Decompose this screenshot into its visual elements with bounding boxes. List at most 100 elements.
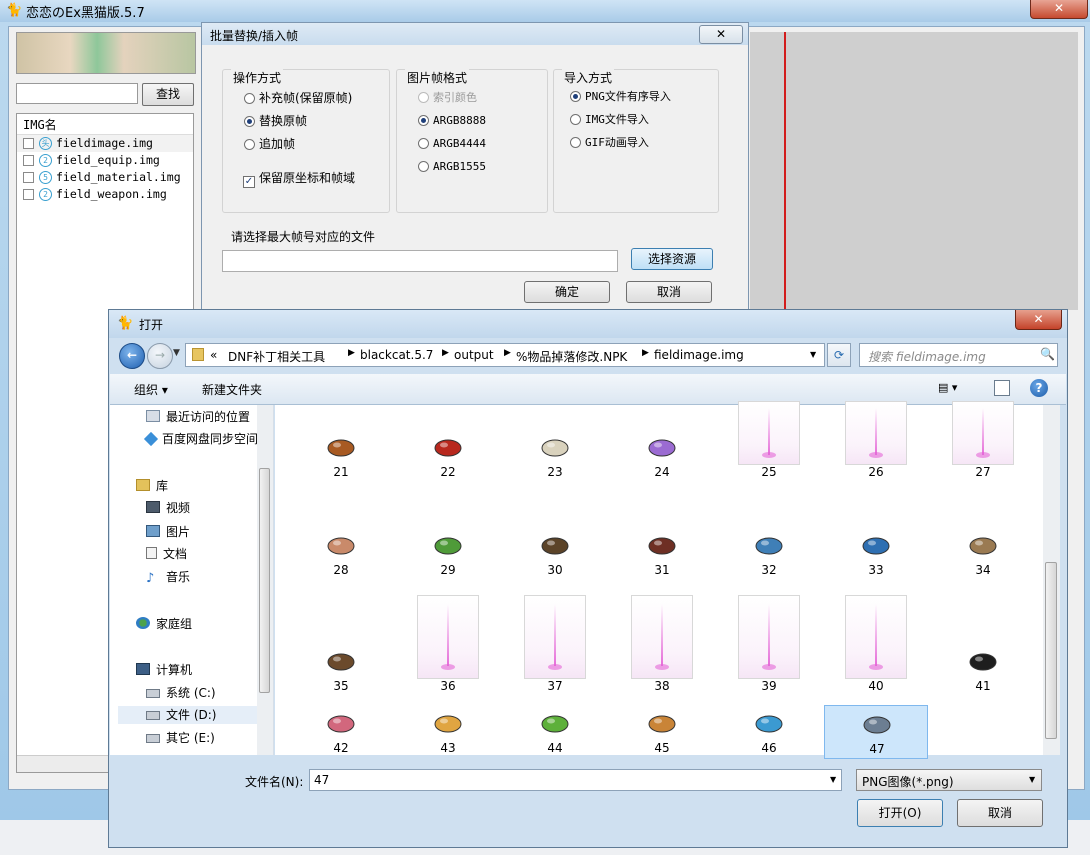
nav-drive-e[interactable]: 其它 (E:) <box>146 729 215 747</box>
frame-format-option[interactable]: ARGB4444 <box>418 136 486 152</box>
chevron-down-icon[interactable]: ▼ <box>830 775 836 784</box>
radio-button[interactable] <box>244 139 255 150</box>
img-list-item[interactable]: 2 field_weapon.img <box>17 186 193 203</box>
file-item[interactable]: 38 <box>610 593 714 697</box>
img-checkbox[interactable] <box>23 155 34 166</box>
img-list-item[interactable]: 2 field_equip.img <box>17 152 193 169</box>
filename-input[interactable]: 47 ▼ <box>309 769 842 791</box>
open-dialog-close-button[interactable]: ✕ <box>1015 310 1062 330</box>
file-scroll-thumb[interactable] <box>1045 562 1057 739</box>
search-button[interactable]: 查找 <box>142 83 194 106</box>
nav-baidu-sync[interactable]: 百度网盘同步空间 <box>143 430 258 448</box>
file-item[interactable]: 35 <box>289 593 393 697</box>
file-item[interactable]: 44 <box>503 705 607 759</box>
img-list-item[interactable]: 头 fieldimage.img <box>17 135 193 152</box>
file-list-pane[interactable]: 21 22 23 24 25 26 27 28 29 30 31 32 33 34 35 36 37 38 39 40… <box>275 401 1043 759</box>
file-item[interactable]: 43 <box>396 705 500 759</box>
file-item[interactable]: 24 <box>610 399 714 483</box>
breadcrumb-separator-icon[interactable]: ▶ <box>504 348 511 358</box>
keep-coords-checkbox[interactable]: ✓ 保留原坐标和帧域 <box>243 170 355 188</box>
batch-cancel-button[interactable]: 取消 <box>626 281 712 303</box>
img-list-item[interactable]: 5 field_material.img <box>17 169 193 186</box>
file-item[interactable]: 21 <box>289 399 393 483</box>
search-files-input[interactable]: 搜索 fieldimage.img 🔍 <box>859 343 1058 367</box>
file-item[interactable]: 45 <box>610 705 714 759</box>
radio-button[interactable] <box>418 138 429 149</box>
file-item[interactable]: 27 <box>931 399 1035 483</box>
chevron-down-icon[interactable]: ▼ <box>1029 775 1035 784</box>
file-item[interactable]: 46 <box>717 705 821 759</box>
import-mode-option[interactable]: GIF动画导入 <box>570 135 649 151</box>
breadcrumb-separator-icon[interactable]: ▶ <box>348 348 355 358</box>
file-item[interactable]: 23 <box>503 399 607 483</box>
recent-pages-chevron-icon[interactable]: ▼ <box>173 348 180 358</box>
nav-pane-scrollbar[interactable] <box>257 405 273 755</box>
radio-button[interactable] <box>244 116 255 127</box>
breadcrumb-item[interactable]: output <box>454 348 494 362</box>
forward-arrow-icon[interactable]: → <box>147 343 173 369</box>
nav-drive-c[interactable]: 系统 (C:) <box>146 684 216 702</box>
img-checkbox[interactable] <box>23 138 34 149</box>
breadcrumb-overflow[interactable]: « <box>210 348 217 362</box>
file-item[interactable]: 28 <box>289 511 393 581</box>
breadcrumb-item[interactable]: DNF补丁相关工具 <box>228 348 325 365</box>
file-item[interactable]: 39 <box>717 593 821 697</box>
app-close-button[interactable]: ✕ <box>1030 0 1088 19</box>
nav-homegroup[interactable]: 家庭组 <box>136 615 192 633</box>
file-item[interactable]: 25 <box>717 399 821 483</box>
operation-option[interactable]: 追加帧 <box>244 136 295 152</box>
open-cancel-button[interactable]: 取消 <box>957 799 1043 827</box>
address-bar[interactable]: « DNF补丁相关工具 ▶ blackcat.5.7 ▶ output ▶ %物… <box>185 343 825 367</box>
breadcrumb-item[interactable]: fieldimage.img <box>654 348 744 362</box>
nav-pictures[interactable]: 图片 <box>146 523 190 541</box>
back-arrow-icon[interactable]: ← <box>119 343 145 369</box>
file-item[interactable]: 26 <box>824 399 928 483</box>
breadcrumb-separator-icon[interactable]: ▶ <box>642 348 649 358</box>
nav-scroll-thumb[interactable] <box>259 468 270 693</box>
file-item[interactable]: 34 <box>931 511 1035 581</box>
ok-button[interactable]: 确定 <box>524 281 610 303</box>
nav-videos[interactable]: 视频 <box>146 499 190 517</box>
nav-computer[interactable]: 计算机 <box>136 661 192 679</box>
nav-documents[interactable]: 文档 <box>146 545 187 563</box>
refresh-icon[interactable]: ⟳ <box>827 343 851 367</box>
nav-library[interactable]: 库 <box>136 477 168 495</box>
radio-button[interactable] <box>244 93 255 104</box>
img-checkbox[interactable] <box>23 172 34 183</box>
file-item[interactable]: 42 <box>289 705 393 759</box>
organize-button[interactable]: 组织 ▾ <box>134 381 168 398</box>
file-list-scrollbar[interactable] <box>1043 405 1060 755</box>
view-options-icon[interactable]: ▤ ▾ <box>938 381 974 397</box>
file-item[interactable]: 31 <box>610 511 714 581</box>
file-item[interactable]: 30 <box>503 511 607 581</box>
filetype-select[interactable]: PNG图像(*.png) ▼ <box>856 769 1042 791</box>
help-icon[interactable]: ? <box>1030 379 1048 397</box>
preview-pane-icon[interactable] <box>994 380 1010 396</box>
import-mode-option[interactable]: PNG文件有序导入 <box>570 89 671 105</box>
frame-format-option[interactable]: ARGB8888 <box>418 113 486 129</box>
file-item[interactable]: 22 <box>396 399 500 483</box>
img-checkbox[interactable] <box>23 189 34 200</box>
address-dropdown-icon[interactable]: ▼ <box>810 350 816 359</box>
file-item[interactable]: 41 <box>931 593 1035 697</box>
file-item[interactable]: 47 <box>824 705 928 759</box>
import-mode-option[interactable]: IMG文件导入 <box>570 112 649 128</box>
file-item[interactable]: 32 <box>717 511 821 581</box>
file-item[interactable]: 36 <box>396 593 500 697</box>
nav-recent-places[interactable]: 最近访问的位置 <box>146 408 250 426</box>
new-folder-button[interactable]: 新建文件夹 <box>202 381 262 398</box>
open-button[interactable]: 打开(O) <box>857 799 943 827</box>
radio-button[interactable] <box>418 161 429 172</box>
search-input[interactable] <box>16 83 138 104</box>
operation-option[interactable]: 补充帧(保留原帧) <box>244 90 352 106</box>
file-item[interactable]: 40 <box>824 593 928 697</box>
file-path-input[interactable] <box>222 250 618 272</box>
breadcrumb-separator-icon[interactable]: ▶ <box>442 348 449 358</box>
radio-button[interactable] <box>570 91 581 102</box>
file-item[interactable]: 33 <box>824 511 928 581</box>
checkbox-box[interactable]: ✓ <box>243 176 255 188</box>
file-item[interactable]: 37 <box>503 593 607 697</box>
search-icon[interactable]: 🔍 <box>1040 347 1055 361</box>
radio-button[interactable] <box>570 114 581 125</box>
frame-canvas[interactable] <box>750 32 1078 310</box>
